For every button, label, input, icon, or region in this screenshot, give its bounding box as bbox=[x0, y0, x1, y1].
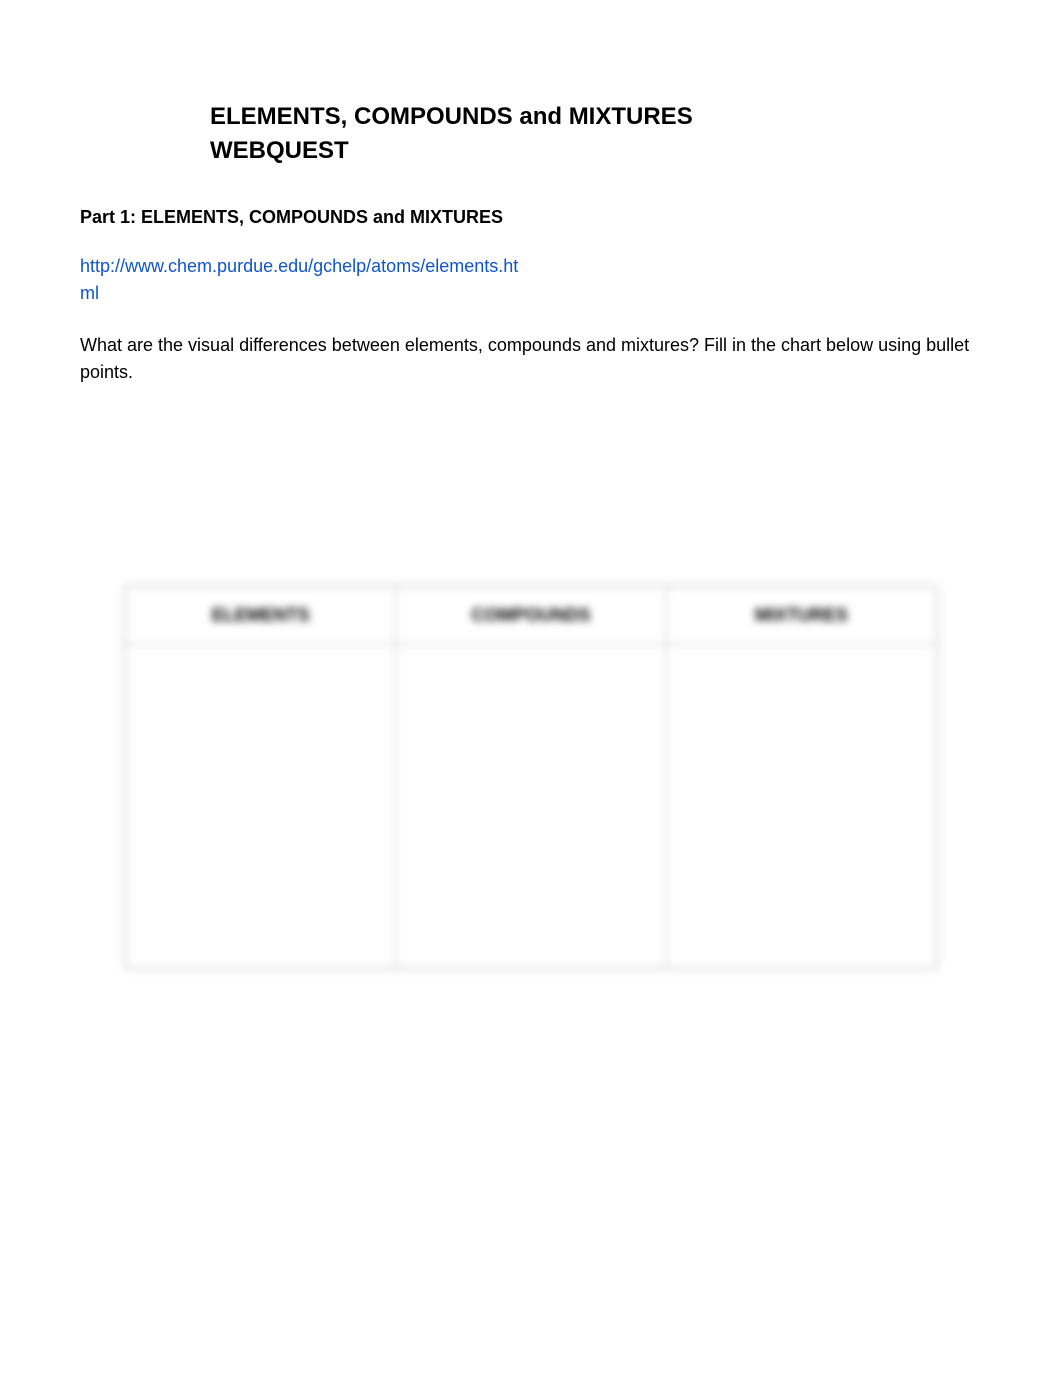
purdue-link[interactable]: http://www.chem.purdue.edu/gchelp/atoms/… bbox=[80, 256, 518, 303]
table-header-row: ELEMENTS COMPOUNDS MIXTURES bbox=[126, 587, 937, 645]
cell-elements bbox=[126, 645, 396, 968]
prompt-text: What are the visual differences between … bbox=[80, 332, 982, 386]
reference-link: http://www.chem.purdue.edu/gchelp/atoms/… bbox=[80, 253, 520, 307]
table-row bbox=[126, 645, 937, 968]
column-header-mixtures: MIXTURES bbox=[666, 587, 936, 645]
cell-mixtures bbox=[666, 645, 936, 968]
column-header-elements: ELEMENTS bbox=[126, 587, 396, 645]
comparison-table: ELEMENTS COMPOUNDS MIXTURES bbox=[125, 586, 937, 968]
part-heading: Part 1: ELEMENTS, COMPOUNDS and MIXTURES bbox=[80, 207, 982, 228]
document-page: ELEMENTS, COMPOUNDS and MIXTURES WEBQUES… bbox=[0, 0, 1062, 1377]
document-title: ELEMENTS, COMPOUNDS and MIXTURES WEBQUES… bbox=[210, 100, 710, 167]
chart-table-container: ELEMENTS COMPOUNDS MIXTURES bbox=[125, 586, 937, 968]
cell-compounds bbox=[396, 645, 666, 968]
column-header-compounds: COMPOUNDS bbox=[396, 587, 666, 645]
